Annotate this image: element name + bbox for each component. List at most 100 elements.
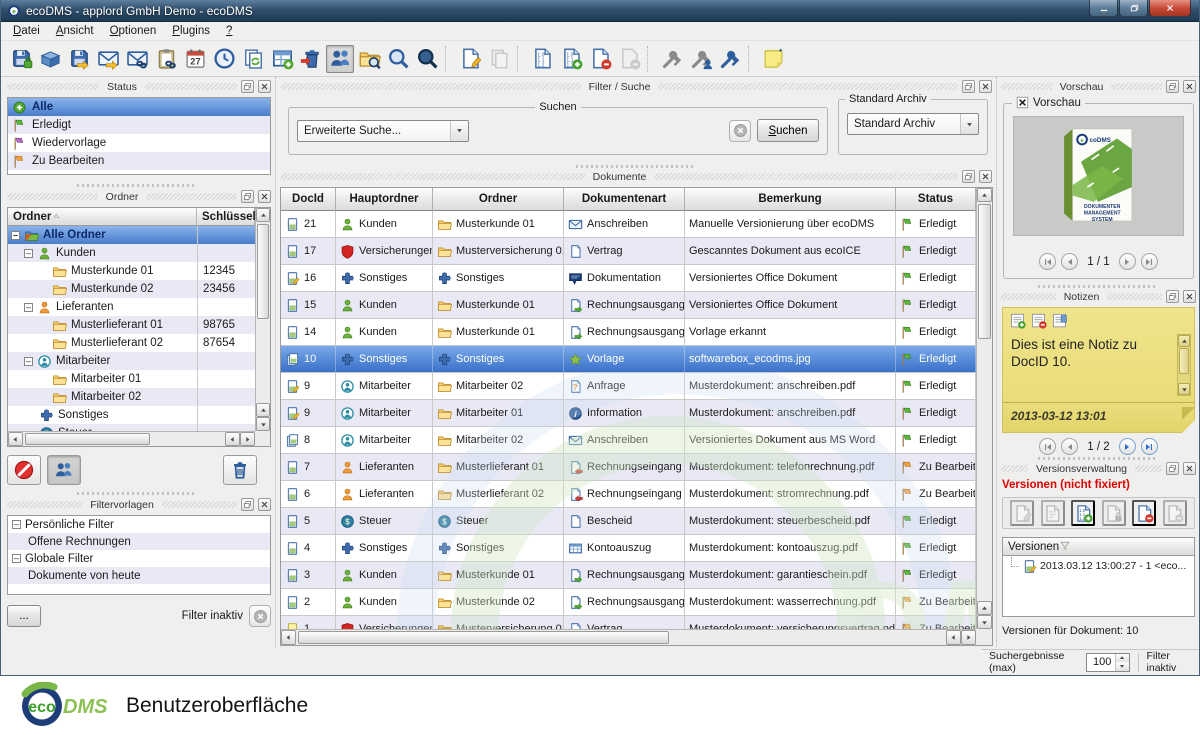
panel-header[interactable]: Filter / Suche — [278, 79, 995, 94]
panel-header[interactable]: Filtervorlagen — [4, 497, 274, 512]
scroll-up-button[interactable] — [256, 208, 270, 222]
horizontal-splitter[interactable] — [77, 184, 197, 187]
toolbar-doc-versions-button[interactable]: 1.01.11.2 — [528, 45, 556, 73]
note-text[interactable]: Dies ist eine Notiz zu DocID 10. — [1011, 336, 1172, 370]
filter-tree-row[interactable]: Dokumente von heute — [8, 567, 270, 584]
close-panel-button[interactable] — [258, 80, 271, 93]
view-note-button[interactable] — [1051, 312, 1068, 329]
folder-tree-row[interactable]: Mitarbeiter 01 — [8, 370, 255, 388]
toolbar-calendar-27-button[interactable]: 27 — [181, 45, 209, 73]
close-panel-button[interactable] — [979, 170, 992, 183]
filter-tree-row[interactable]: Offene Rechnungen — [8, 533, 270, 550]
menu-datei[interactable]: Datei — [5, 22, 48, 41]
toolbar-trash-in-button[interactable] — [297, 45, 325, 73]
folder-tree-row[interactable]: Musterkunde 0112345 — [8, 262, 255, 280]
folder-permissions-button[interactable] — [47, 455, 81, 485]
vertical-splitter[interactable] — [996, 77, 997, 647]
toolbar-search-dark-button[interactable] — [413, 45, 441, 73]
close-panel-button[interactable] — [1183, 80, 1196, 93]
panel-header[interactable]: Notizen — [998, 289, 1199, 304]
more-filters-button[interactable]: ... — [7, 605, 41, 627]
scroll-left-button[interactable] — [946, 630, 961, 645]
column-header-bemerkung[interactable]: Bemerkung — [685, 188, 896, 211]
versions-table-header[interactable]: Versionen — [1003, 538, 1194, 556]
float-panel-button[interactable] — [241, 80, 254, 93]
float-panel-button[interactable] — [1166, 80, 1179, 93]
close-panel-button[interactable] — [258, 498, 271, 511]
panel-header[interactable]: Ordner — [4, 189, 274, 204]
document-row[interactable]: 7LieferantenMusterlieferant 01Rechnungse… — [281, 454, 976, 481]
scrollbar-thumb[interactable] — [25, 433, 150, 445]
note-scrollbar[interactable] — [1177, 334, 1191, 396]
column-header-docid[interactable]: DocId — [281, 188, 336, 211]
horizontal-scrollbar[interactable] — [281, 629, 976, 645]
folder-tree-row[interactable]: Sonstiges — [8, 406, 255, 424]
horizontal-splitter[interactable] — [1038, 285, 1158, 288]
scrollbar-track[interactable] — [256, 222, 270, 403]
menu-?[interactable]: ? — [218, 22, 240, 41]
scroll-down-button[interactable] — [256, 417, 270, 431]
clear-search-button[interactable] — [729, 120, 751, 142]
scroll-right-button[interactable] — [961, 630, 976, 645]
scroll-up-button[interactable] — [1178, 335, 1190, 347]
expander-icon[interactable]: – — [12, 520, 21, 529]
toolbar-table-refresh-button[interactable] — [268, 45, 296, 73]
scrollbar-track[interactable] — [23, 432, 225, 446]
horizontal-scrollbar[interactable] — [8, 431, 255, 446]
float-panel-button[interactable] — [241, 498, 254, 511]
document-row[interactable]: 14KundenMusterkunde 01RechnungsausgangVo… — [281, 319, 976, 346]
max-results-spinner[interactable]: 100 — [1086, 653, 1130, 672]
folder-tree-row[interactable]: Mitarbeiter 02 — [8, 388, 255, 406]
nav-next-button[interactable] — [1119, 438, 1136, 455]
delete-folder-button[interactable] — [223, 455, 257, 485]
toolbar-history-clock-button[interactable] — [210, 45, 238, 73]
scroll-left-button[interactable] — [225, 432, 240, 446]
close-panel-button[interactable] — [1183, 462, 1196, 475]
document-row[interactable]: 2KundenMusterkunde 02RechnungsausgangMus… — [281, 589, 976, 616]
scrollbar-thumb[interactable] — [257, 224, 269, 319]
toolbar-users-button[interactable] — [326, 45, 354, 73]
scroll-left-button[interactable] — [8, 432, 23, 446]
status-item[interactable]: Erledigt — [8, 116, 270, 134]
maximize-button[interactable] — [1119, 0, 1148, 17]
vertical-splitter[interactable] — [275, 77, 276, 647]
toolbar-clipboard-link-button[interactable] — [152, 45, 180, 73]
horizontal-splitter[interactable] — [77, 492, 197, 495]
scroll-left-button[interactable] — [281, 630, 296, 645]
document-row[interactable]: 21KundenMusterkunde 01AnschreibenManuell… — [281, 211, 976, 238]
float-panel-button[interactable] — [962, 170, 975, 183]
toolbar-tools-button[interactable] — [658, 45, 686, 73]
toolbar-mail-send-button[interactable] — [94, 45, 122, 73]
float-panel-button[interactable] — [241, 190, 254, 203]
menu-optionen[interactable]: Optionen — [102, 22, 165, 41]
folder-tree-row[interactable]: –Lieferanten — [8, 298, 255, 316]
toolbar-sticky-note-button[interactable] — [759, 45, 787, 73]
expander-icon[interactable]: – — [11, 231, 20, 240]
column-header-status[interactable]: Status — [896, 188, 976, 211]
preview-checkbox[interactable]: Vorschau — [1012, 96, 1085, 109]
float-panel-button[interactable] — [962, 80, 975, 93]
folder-tree-row[interactable]: –Mitarbeiter — [8, 352, 255, 370]
toolbar-folder-search-button[interactable] — [355, 45, 383, 73]
spin-up-button[interactable] — [1116, 654, 1129, 663]
document-row[interactable]: 17VersicherungenMusterversicherung 01Ver… — [281, 238, 976, 265]
toolbar-tools-user-button[interactable] — [687, 45, 715, 73]
float-panel-button[interactable] — [1166, 290, 1179, 303]
document-row[interactable]: 6LieferantenMusterlieferant 02Rechnungse… — [281, 481, 976, 508]
folder-tree-row[interactable]: $Steuer — [8, 424, 255, 431]
version-ver-del-button[interactable] — [1132, 500, 1156, 526]
column-header-schluessel[interactable]: Schlüssel — [197, 208, 255, 226]
folder-tree-row[interactable]: Musterlieferant 0287654 — [8, 334, 255, 352]
document-row[interactable]: 10SonstigesSonstigesVorlagesoftwarebox_e… — [281, 346, 976, 373]
spin-down-button[interactable] — [1116, 662, 1129, 671]
folder-tree-row[interactable]: –Kunden — [8, 244, 255, 262]
remove-note-button[interactable] — [1030, 312, 1047, 329]
filter-tree-row[interactable]: –Persönliche Filter — [8, 516, 270, 533]
status-item[interactable]: Alle — [8, 98, 270, 116]
vertical-scrollbar[interactable] — [255, 208, 270, 431]
toolbar-box-open-button[interactable] — [36, 45, 64, 73]
close-button[interactable] — [1149, 0, 1191, 17]
column-header-hauptordner[interactable]: Hauptordner — [336, 188, 433, 211]
close-panel-button[interactable] — [258, 190, 271, 203]
menu-ansicht[interactable]: Ansicht — [48, 22, 102, 41]
